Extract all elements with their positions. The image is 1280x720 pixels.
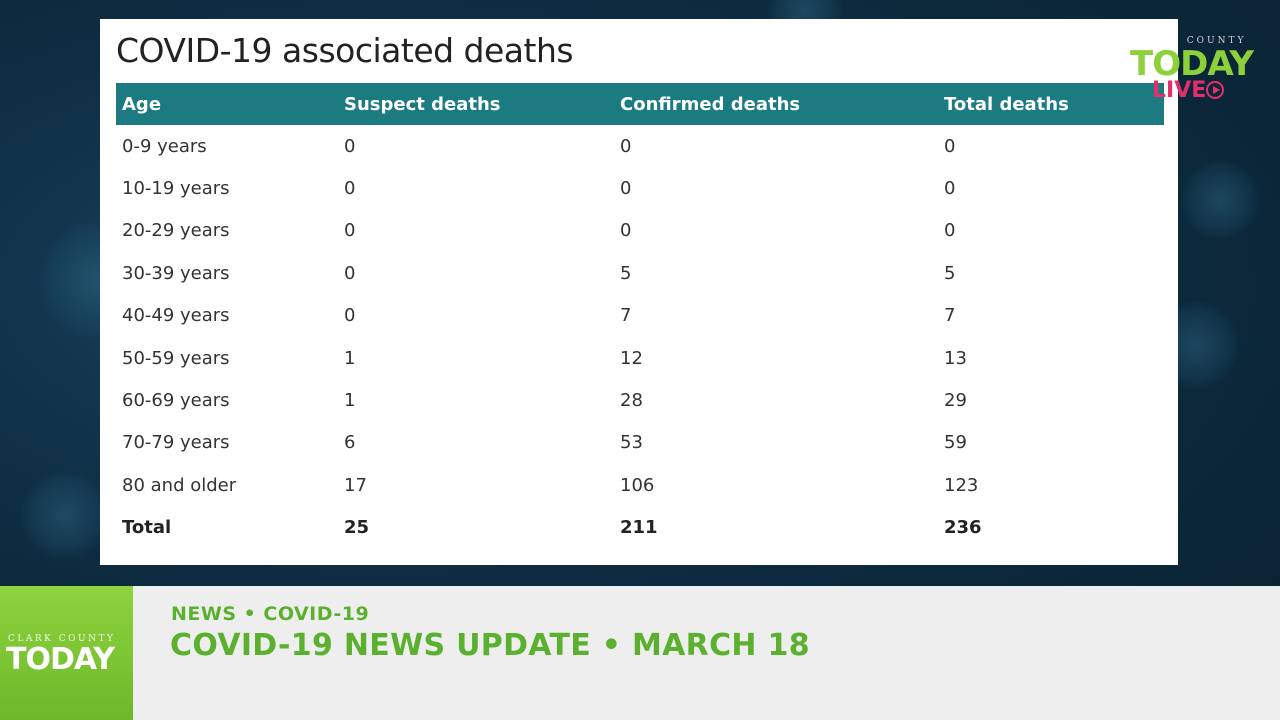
story-category: NEWS • COVID-19	[171, 603, 370, 625]
column-header-age: Age	[116, 83, 338, 125]
total-cell: 123	[944, 474, 979, 496]
play-icon	[1206, 81, 1225, 99]
total-cell: 59	[944, 432, 967, 454]
clark-county-today-live-logo: CLARK COUNTY TODAY LIVE	[1130, 34, 1260, 106]
age-cell: 0-9 years	[122, 135, 207, 157]
suspect-total-cell: 25	[344, 517, 370, 539]
total-cell: 0	[944, 135, 956, 157]
video-frame: COVID-19 associated deaths Age Suspect d…	[0, 0, 1280, 720]
suspect-cell: 0	[344, 178, 356, 200]
total-label-cell: Total	[122, 517, 172, 539]
grand-total-cell: 236	[944, 517, 982, 539]
table-row: 0-9 years 0 0 0	[116, 125, 1164, 167]
suspect-cell: 1	[344, 390, 356, 412]
suspect-cell: 17	[344, 474, 367, 496]
suspect-cell: 0	[344, 135, 356, 157]
column-header-suspect: Suspect deaths	[338, 83, 614, 125]
age-cell: 50-59 years	[122, 347, 230, 369]
confirmed-cell: 28	[620, 390, 643, 412]
total-cell: 0	[944, 178, 956, 200]
logo-live-text: LIVE	[1152, 78, 1207, 103]
age-cell: 40-49 years	[122, 305, 230, 327]
confirmed-cell: 53	[620, 432, 643, 454]
confirmed-cell: 5	[620, 262, 632, 284]
story-headline: COVID-19 NEWS UPDATE • MARCH 18	[170, 628, 810, 663]
table-row: 10-19 years 0 0 0	[116, 167, 1164, 209]
suspect-cell: 0	[344, 305, 356, 327]
confirmed-cell: 0	[620, 135, 632, 157]
suspect-cell: 1	[344, 347, 356, 369]
table-row: 80 and older 17 106 123	[116, 464, 1164, 506]
suspect-cell: 0	[344, 262, 356, 284]
table-row: 50-59 years 1 12 13	[116, 337, 1164, 379]
table-row: 70-79 years 6 53 59	[116, 422, 1164, 464]
confirmed-cell: 106	[620, 474, 655, 496]
table-header-row: Age Suspect deaths Confirmed deaths Tota…	[116, 83, 1164, 125]
table-title: COVID-19 associated deaths	[116, 31, 574, 70]
logo-today-text: TODAY	[6, 642, 115, 677]
age-cell: 60-69 years	[122, 390, 230, 412]
deaths-table-panel: COVID-19 associated deaths Age Suspect d…	[100, 19, 1178, 565]
confirmed-total-cell: 211	[620, 517, 658, 539]
confirmed-cell: 0	[620, 220, 632, 242]
logo-live-badge: LIVE	[1152, 78, 1225, 103]
suspect-cell: 0	[344, 220, 356, 242]
age-cell: 70-79 years	[122, 432, 230, 454]
lower-third-banner: CLARK COUNTY TODAY NEWS • COVID-19 COVID…	[0, 586, 1280, 720]
column-header-confirmed: Confirmed deaths	[614, 83, 938, 125]
deaths-by-age-table: Age Suspect deaths Confirmed deaths Tota…	[116, 83, 1164, 549]
total-cell: 5	[944, 262, 956, 284]
table-row: 20-29 years 0 0 0	[116, 210, 1164, 252]
total-cell: 29	[944, 390, 967, 412]
age-cell: 20-29 years	[122, 220, 230, 242]
background-virus-graphic	[1180, 160, 1260, 240]
confirmed-cell: 12	[620, 347, 643, 369]
broadcast-date: March 18, 2021	[904, 32, 1112, 58]
suspect-cell: 6	[344, 432, 356, 454]
age-cell: 30-39 years	[122, 262, 230, 284]
background-virus-graphic	[20, 470, 110, 560]
total-cell: 13	[944, 347, 967, 369]
age-cell: 10-19 years	[122, 178, 230, 200]
table-row: 60-69 years 1 28 29	[116, 379, 1164, 421]
table-row: 30-39 years 0 5 5	[116, 252, 1164, 294]
confirmed-cell: 0	[620, 178, 632, 200]
total-cell: 7	[944, 305, 956, 327]
total-cell: 0	[944, 220, 956, 242]
clark-county-today-logo: CLARK COUNTY TODAY	[0, 586, 133, 720]
table-total-row: Total 25 211 236	[116, 507, 1164, 549]
age-cell: 80 and older	[122, 474, 237, 496]
table-row: 40-49 years 0 7 7	[116, 295, 1164, 337]
confirmed-cell: 7	[620, 305, 632, 327]
